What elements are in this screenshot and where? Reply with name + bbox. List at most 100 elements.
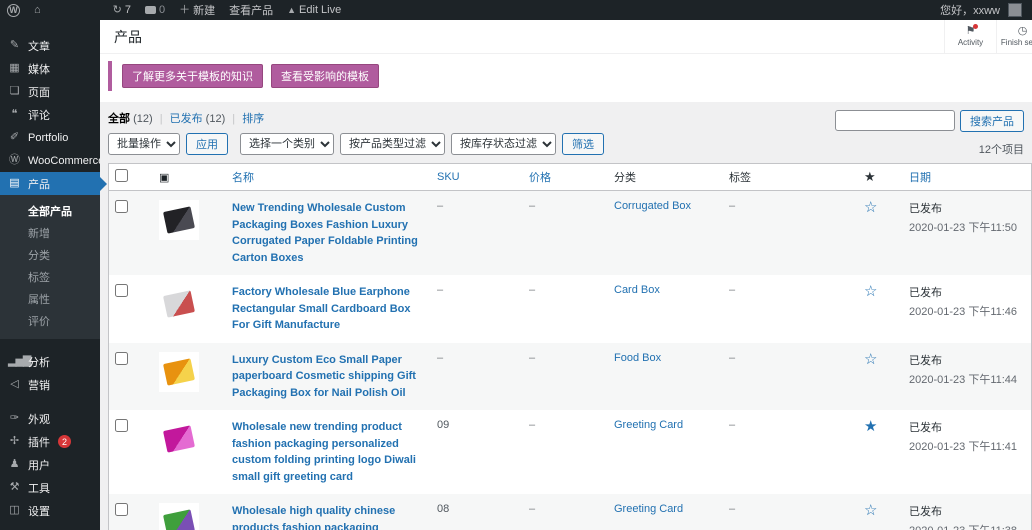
view-affected-templates-button[interactable]: 查看受影响的模板 [271,64,379,88]
apply-button[interactable]: 应用 [186,133,228,155]
clock-icon: ◷ [1018,26,1028,37]
product-sku: – [431,275,523,343]
publish-date: 2020-01-23 下午11:41 [909,438,1025,454]
featured-star-empty-icon[interactable]: ☆ [864,199,877,216]
my-account-menu[interactable]: 您好，xxww [933,0,1032,20]
wordpress-logo-icon: W [7,4,20,17]
product-category-link[interactable]: Greeting Card [614,503,683,515]
sort-by-price[interactable]: 价格 [529,172,551,184]
featured-star-filled-icon[interactable]: ★ [864,418,877,435]
plugins-icon: ✢ [8,436,21,447]
row-checkbox[interactable] [115,419,128,432]
view-all-link[interactable]: 全部 [108,113,130,125]
row-checkbox[interactable] [115,352,128,365]
view-products-link[interactable]: 查看产品 [222,0,280,20]
admin-sidebar: ✎ 文章 ▦媒体❏页面❝评论✐PortfolioⓌWooCommerce▤产品全部产… [0,20,100,530]
filter-button[interactable]: 筛选 [562,133,604,155]
updates-count: 7 [125,4,131,16]
table-row: Wholesale high quality chinese products … [109,494,1031,530]
sidebar-item-portfolio[interactable]: ✐Portfolio [0,126,100,149]
sort-by-name[interactable]: 名称 [232,172,254,184]
sidebar-item-label: WooCommerce [28,155,104,167]
activity-panel-button[interactable]: ⚑ Activity [944,20,996,53]
product-category-link[interactable]: Greeting Card [614,419,683,431]
sort-by-sku[interactable]: SKU [437,171,460,183]
table-row: Wholesale new trending product fashion p… [109,410,1031,494]
publish-status: 已发布 [909,419,1025,435]
publish-status: 已发布 [909,503,1025,519]
featured-star-empty-icon[interactable]: ☆ [864,283,877,300]
product-thumbnail[interactable] [159,352,199,392]
product-type-filter-select[interactable]: 按产品类型过滤 [340,133,445,155]
submenu-item[interactable]: 新增 [0,222,100,244]
category-filter-select[interactable]: 选择一个类别 [240,133,334,155]
sidebar-item-plugins[interactable]: ✢插件2 [0,430,100,453]
sidebar-item-media[interactable]: ▦媒体 [0,57,100,80]
comment-bubble-icon [145,6,156,14]
admin-notice: 了解更多关于模板的知识 查看受影响的模板 [100,54,1032,102]
product-name-link[interactable]: Wholesale new trending product fashion p… [232,419,425,485]
posts-icon: ✎ [8,40,21,51]
sidebar-item-products[interactable]: ▤产品 [0,172,100,195]
product-name-link[interactable]: New Trending Wholesale Custom Packaging … [232,200,425,266]
sidebar-item-marketing[interactable]: ◁营销 [0,373,100,396]
activity-label: Activity [958,38,983,47]
product-sku: – [431,191,523,276]
sidebar-item-appearance[interactable]: ✑外观 [0,407,100,430]
view-published-link[interactable]: 已发布 [170,113,203,125]
select-all-checkbox[interactable] [115,169,128,182]
settings-icon: ◫ [8,505,21,516]
sidebar-item-comments[interactable]: ❝评论 [0,103,100,126]
sort-link[interactable]: 排序 [242,113,264,125]
sidebar-item-analytics[interactable]: ▂▅▇分析 [0,350,100,373]
product-sku: 09 [431,410,523,494]
tag-column-label: 标签 [729,172,751,184]
sidebar-item-label: 用户 [28,457,50,473]
product-thumbnail[interactable] [159,200,199,240]
product-thumbnail[interactable] [159,419,199,459]
featured-star-empty-icon[interactable]: ☆ [864,351,877,368]
product-category-link[interactable]: Corrugated Box [614,200,691,212]
list-views: 全部 (12) | 已发布 (12) | 排序 [108,110,604,126]
new-content-menu[interactable]: ＋ 新建 [172,0,222,20]
bulk-actions-select[interactable]: 批量操作 [108,133,180,155]
product-price: – [523,343,608,411]
sidebar-item-pages[interactable]: ❏页面 [0,80,100,103]
site-home-menu[interactable]: ⌂ [27,0,48,20]
product-name-link[interactable]: Luxury Custom Eco Small Paper paperboard… [232,352,425,402]
updates-menu[interactable]: ↻ 7 [106,0,138,20]
product-category-link[interactable]: Card Box [614,284,660,296]
learn-templates-button[interactable]: 了解更多关于模板的知识 [122,64,263,88]
submenu-item[interactable]: 分类 [0,244,100,266]
edit-live-menu[interactable]: ▲ Edit Live [280,0,348,20]
finish-setup-button[interactable]: ◷ Finish setup [996,20,1032,53]
product-name-link[interactable]: Wholesale high quality chinese products … [232,503,425,530]
sort-by-date[interactable]: 日期 [909,172,931,184]
product-thumbnail[interactable] [159,503,199,530]
search-products-button[interactable]: 搜索产品 [960,110,1024,132]
sidebar-item-users[interactable]: ♟用户 [0,453,100,476]
row-checkbox[interactable] [115,503,128,516]
submenu-item[interactable]: 评价 [0,310,100,332]
sidebar-item-settings[interactable]: ◫设置 [0,499,100,522]
submenu-item[interactable]: 属性 [0,288,100,310]
submenu-item[interactable]: 标签 [0,266,100,288]
sidebar-item-woocommerce[interactable]: ⓌWooCommerce [0,149,100,172]
sidebar-item-tools[interactable]: ⚒工具 [0,476,100,499]
sidebar-item-label: 营销 [28,377,50,393]
comments-menu[interactable]: 0 [138,0,172,20]
featured-star-empty-icon[interactable]: ☆ [864,502,877,519]
row-checkbox[interactable] [115,200,128,213]
table-row: Luxury Custom Eco Small Paper paperboard… [109,343,1031,411]
table-row: Factory Wholesale Blue Earphone Rectangu… [109,275,1031,343]
wp-logo-menu[interactable]: W [0,0,27,20]
product-category-link[interactable]: Food Box [614,352,661,364]
stock-status-filter-select[interactable]: 按库存状态过滤 [451,133,556,155]
sidebar-item-label: 文章 [28,38,50,54]
search-products-input[interactable] [835,110,955,131]
sidebar-item-posts[interactable]: ✎ 文章 [0,34,100,57]
submenu-item[interactable]: 全部产品 [0,200,100,222]
row-checkbox[interactable] [115,284,128,297]
product-thumbnail[interactable] [159,284,199,324]
product-name-link[interactable]: Factory Wholesale Blue Earphone Rectangu… [232,284,425,334]
